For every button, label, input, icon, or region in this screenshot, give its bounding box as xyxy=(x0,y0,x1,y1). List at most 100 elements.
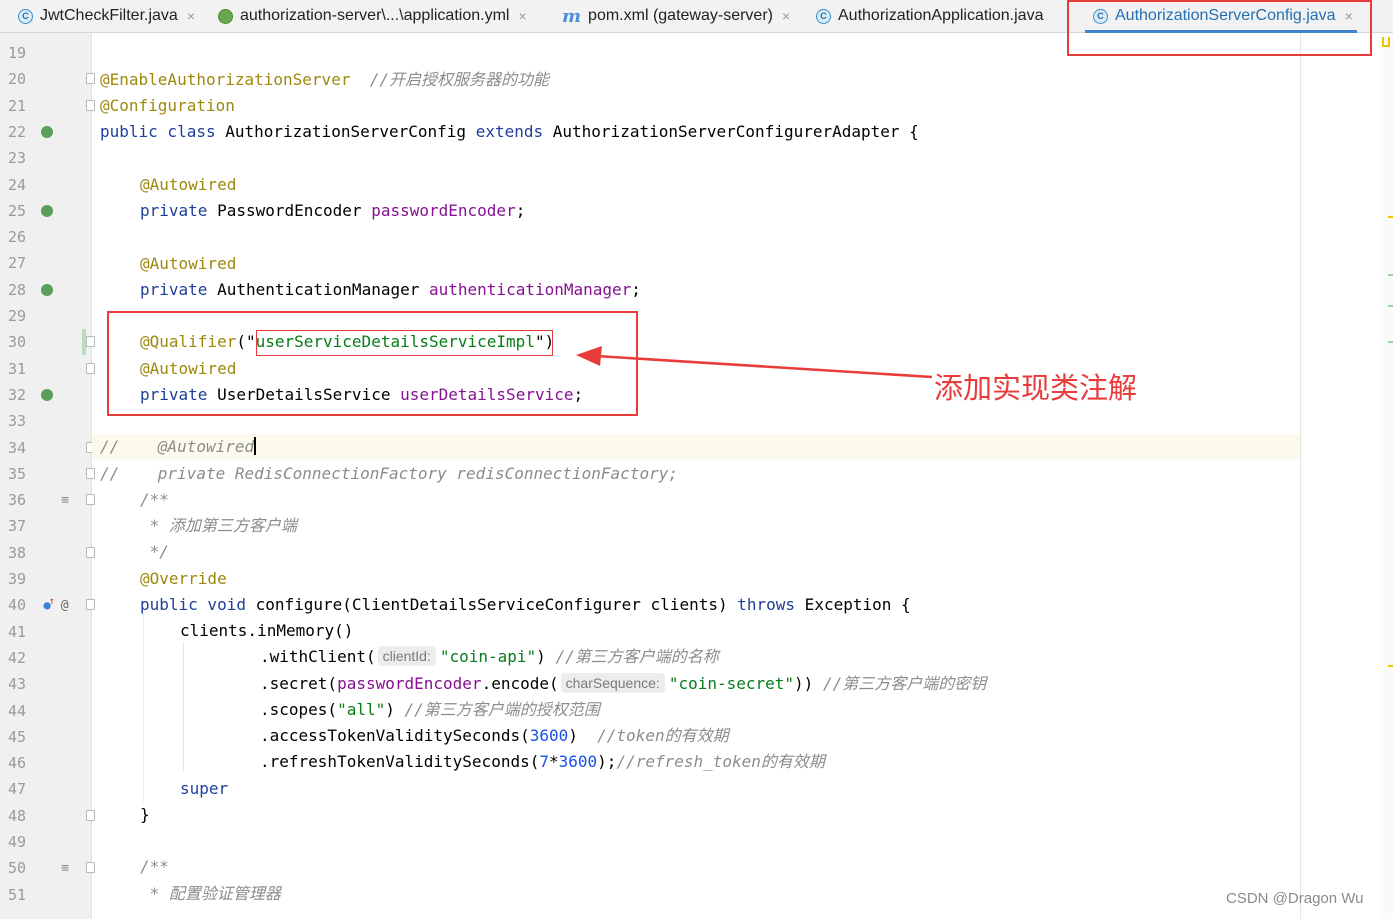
tab-pom-xml[interactable]: m pom.xml (gateway-server) × xyxy=(562,0,790,32)
autowired-bean-icon[interactable] xyxy=(38,202,56,220)
line-number: 37 xyxy=(8,517,27,536)
code-line: @EnableAuthorizationServer //开启授权服务器的功能 xyxy=(100,70,549,89)
line-number: 47 xyxy=(8,780,27,799)
code-editor[interactable]: @EnableAuthorizationServer //开启授权服务器的功能 … xyxy=(100,33,1300,919)
fold-marker-icon[interactable] xyxy=(86,467,95,479)
fold-marker-icon[interactable] xyxy=(86,99,95,111)
gutter-line[interactable]: 26 xyxy=(0,224,92,250)
gutter-line[interactable]: 50 ≡ xyxy=(0,855,95,881)
autowired-bean-icon[interactable] xyxy=(38,281,56,299)
watermark: CSDN @Dragon Wu xyxy=(1226,890,1364,907)
close-icon[interactable]: × xyxy=(518,8,526,24)
line-number: 45 xyxy=(8,727,27,746)
fold-marker-icon[interactable] xyxy=(86,362,95,374)
annotation-label: 添加实现类注解 xyxy=(934,371,1138,405)
gutter-line[interactable]: 40 ● ↑ @ xyxy=(0,592,95,618)
warning-marker[interactable] xyxy=(1388,216,1393,218)
code-line: } xyxy=(140,805,150,824)
tab-application-yml[interactable]: authorization-server\...\application.yml… xyxy=(218,0,527,32)
line-number: 46 xyxy=(8,754,27,773)
implemented-docs-icon[interactable]: ≡ xyxy=(56,491,74,509)
gutter-line[interactable]: 42 xyxy=(0,645,92,671)
gutter-line[interactable]: 38 xyxy=(0,540,95,566)
autowired-bean-icon[interactable] xyxy=(38,386,56,404)
gutter-line[interactable]: 37 xyxy=(0,513,92,539)
line-number: 35 xyxy=(8,464,27,483)
gutter-line[interactable]: 28 xyxy=(0,277,92,303)
override-method-icon[interactable]: ● ↑ @ xyxy=(38,596,74,614)
line-number: 36 xyxy=(8,491,27,510)
line-number: 43 xyxy=(8,675,27,694)
gutter-line[interactable]: 21 xyxy=(0,93,95,119)
line-number: 34 xyxy=(8,438,27,457)
gutter-line[interactable]: 33 xyxy=(0,408,92,434)
code-line: public void configure(ClientDetailsServi… xyxy=(140,595,911,614)
gutter-line[interactable]: 47 xyxy=(0,776,92,802)
gutter-line[interactable]: 49 xyxy=(0,829,92,855)
spring-bean-icon[interactable] xyxy=(38,123,56,141)
code-line: .refreshTokenValiditySeconds(7*3600);//r… xyxy=(260,752,825,771)
error-stripe[interactable] xyxy=(1380,33,1393,919)
gutter-line[interactable]: 39 xyxy=(0,566,92,592)
gutter-line[interactable]: 30 xyxy=(0,329,95,356)
gutter-line[interactable]: 29 xyxy=(0,303,92,329)
tab-authorization-application[interactable]: C AuthorizationApplication.java xyxy=(816,0,1043,32)
code-line: clients.inMemory() xyxy=(180,621,354,640)
gutter-line[interactable]: 34 xyxy=(0,435,95,461)
gutter-line[interactable]: 22 xyxy=(0,119,92,145)
gutter-line[interactable]: 48 xyxy=(0,803,95,829)
close-icon[interactable]: × xyxy=(187,8,195,24)
highlight-box-bean-name xyxy=(256,330,553,356)
warning-indicator[interactable] xyxy=(1382,37,1390,47)
line-number: 49 xyxy=(8,833,27,851)
line-number: 51 xyxy=(8,885,27,904)
gutter-line[interactable]: 27 xyxy=(0,250,92,276)
gutter-line[interactable]: 35 xyxy=(0,461,95,487)
fold-marker-icon[interactable] xyxy=(86,599,95,611)
tab-label: pom.xml (gateway-server) xyxy=(588,7,773,24)
gutter-line[interactable]: 51 xyxy=(0,882,92,908)
fold-marker-icon[interactable] xyxy=(86,809,95,821)
tab-jwtcheckfilter[interactable]: C JwtCheckFilter.java × xyxy=(18,0,195,32)
fold-marker-icon[interactable] xyxy=(86,494,95,506)
gutter-line[interactable]: 31 xyxy=(0,356,95,382)
gutter-line[interactable]: 43 xyxy=(0,671,92,697)
spring-boot-app-icon: C xyxy=(816,8,831,24)
code-line: private AuthenticationManager authentica… xyxy=(140,280,641,299)
implemented-docs-icon[interactable]: ≡ xyxy=(56,859,74,877)
gutter-line[interactable]: 46 xyxy=(0,750,92,776)
gutter-line[interactable]: 41 xyxy=(0,619,92,645)
gutter-line[interactable]: 23 xyxy=(0,145,92,171)
code-line: private PasswordEncoder passwordEncoder; xyxy=(140,201,526,220)
gutter-line[interactable]: 19 xyxy=(0,40,92,66)
gutter-line[interactable]: 25 xyxy=(0,198,92,224)
line-number: 40 xyxy=(8,596,27,615)
warning-marker[interactable] xyxy=(1388,665,1393,667)
code-line: .accessTokenValiditySeconds(3600) //toke… xyxy=(260,726,729,745)
line-number-gutter[interactable]: 19 20 21 22 23 24 25 26 27 28 29 30 31 32 33 34 35 36 ≡ 37 3… xyxy=(0,33,95,919)
text-caret xyxy=(254,437,257,455)
fold-marker-icon[interactable] xyxy=(86,862,95,874)
fold-marker-icon[interactable] xyxy=(86,336,95,348)
gutter-line[interactable]: 32 xyxy=(0,382,92,408)
change-marker[interactable] xyxy=(1388,305,1393,307)
parameter-hint: clientId: xyxy=(377,646,436,666)
highlight-box-qualifier xyxy=(107,311,638,416)
java-class-icon: C xyxy=(18,8,33,24)
fold-marker-icon[interactable] xyxy=(86,546,95,558)
code-line: // @Autowired xyxy=(100,437,257,456)
gutter-line[interactable]: 44 xyxy=(0,698,92,724)
code-line: .secret(passwordEncoder.encode(charSeque… xyxy=(260,673,987,693)
gutter-line[interactable]: 36 ≡ xyxy=(0,487,95,513)
line-number: 19 xyxy=(8,44,27,62)
gutter-line[interactable]: 20 xyxy=(0,66,95,92)
line-number: 32 xyxy=(8,385,27,404)
fold-marker-icon[interactable] xyxy=(86,73,95,85)
gutter-line[interactable]: 24 xyxy=(0,172,92,198)
change-bar[interactable] xyxy=(82,329,86,356)
line-number: 23 xyxy=(8,149,27,168)
change-marker[interactable] xyxy=(1388,274,1393,276)
change-marker[interactable] xyxy=(1388,341,1393,343)
close-icon[interactable]: × xyxy=(782,8,790,24)
gutter-line[interactable]: 45 xyxy=(0,724,92,750)
